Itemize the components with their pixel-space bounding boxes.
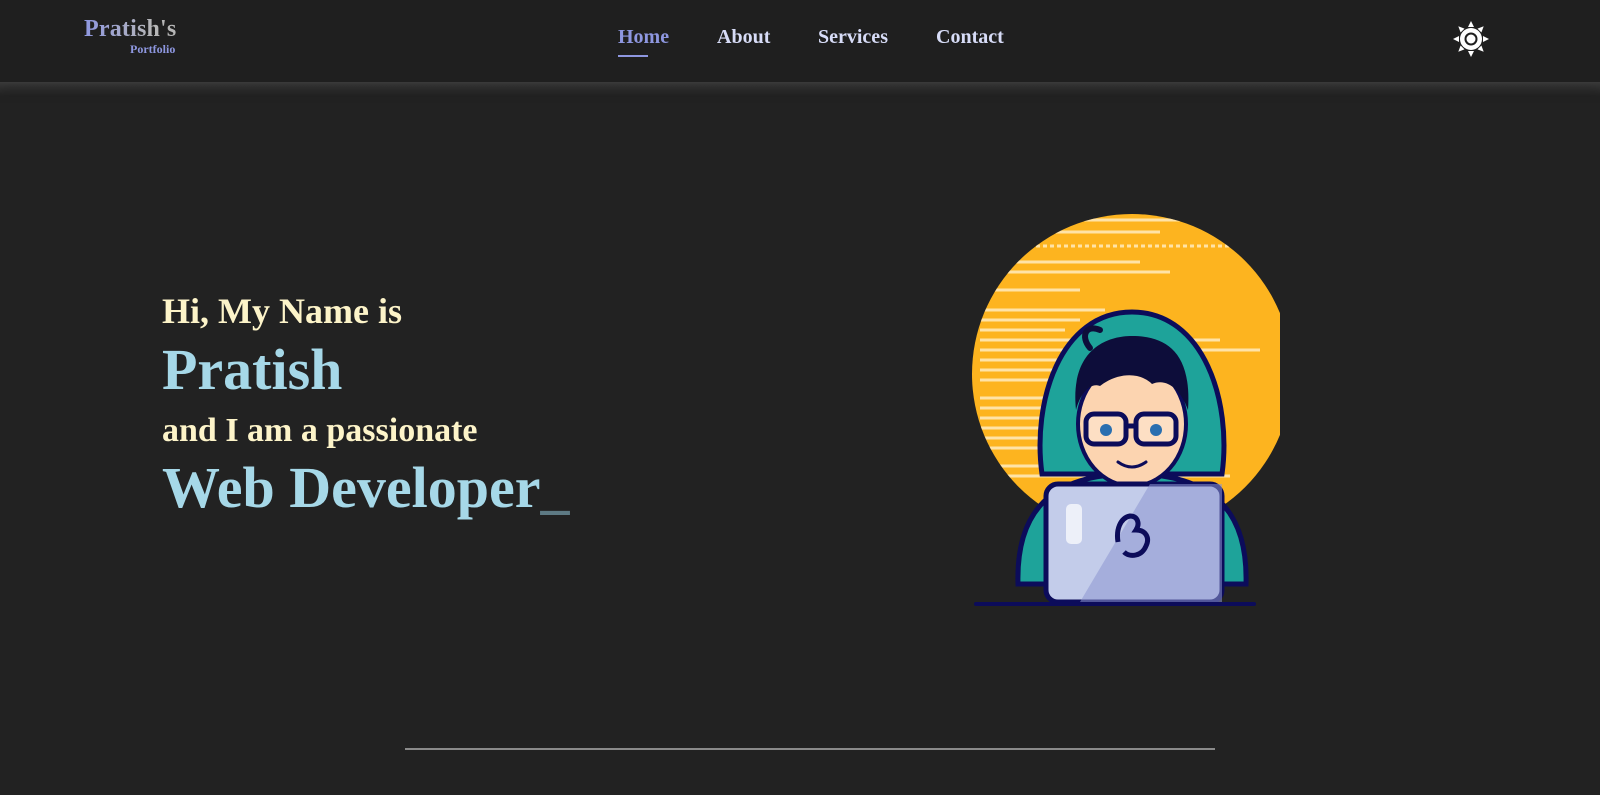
hero-greeting: Hi, My Name is xyxy=(162,291,402,331)
nav-services[interactable]: Services xyxy=(818,26,888,49)
theme-toggle-button[interactable] xyxy=(1452,20,1490,58)
nav-contact[interactable]: Contact xyxy=(936,26,1004,49)
logo-tagline: Portfolio xyxy=(130,42,176,56)
hero-intro-text: and I am a passionate xyxy=(162,412,478,449)
logo-title: Pratish's xyxy=(84,16,177,42)
typing-cursor: _ xyxy=(540,455,570,520)
sun-icon xyxy=(1453,21,1489,57)
hero-name: Pratish xyxy=(162,337,343,402)
logo[interactable]: Pratish's Portfolio xyxy=(84,16,184,60)
navbar: Pratish's Portfolio Home About Services … xyxy=(0,0,1600,96)
nav-home[interactable]: Home xyxy=(618,26,670,57)
hero-role: Web Developer_ xyxy=(162,454,570,521)
section-divider xyxy=(405,748,1215,750)
hero-role-text: Web Developer xyxy=(162,455,541,520)
active-underline xyxy=(618,55,648,57)
nav-home-label: Home xyxy=(618,26,670,48)
nav-about[interactable]: About xyxy=(717,26,770,49)
developer-with-laptop-illustration xyxy=(972,214,1292,606)
developer-illustration xyxy=(970,212,1292,612)
